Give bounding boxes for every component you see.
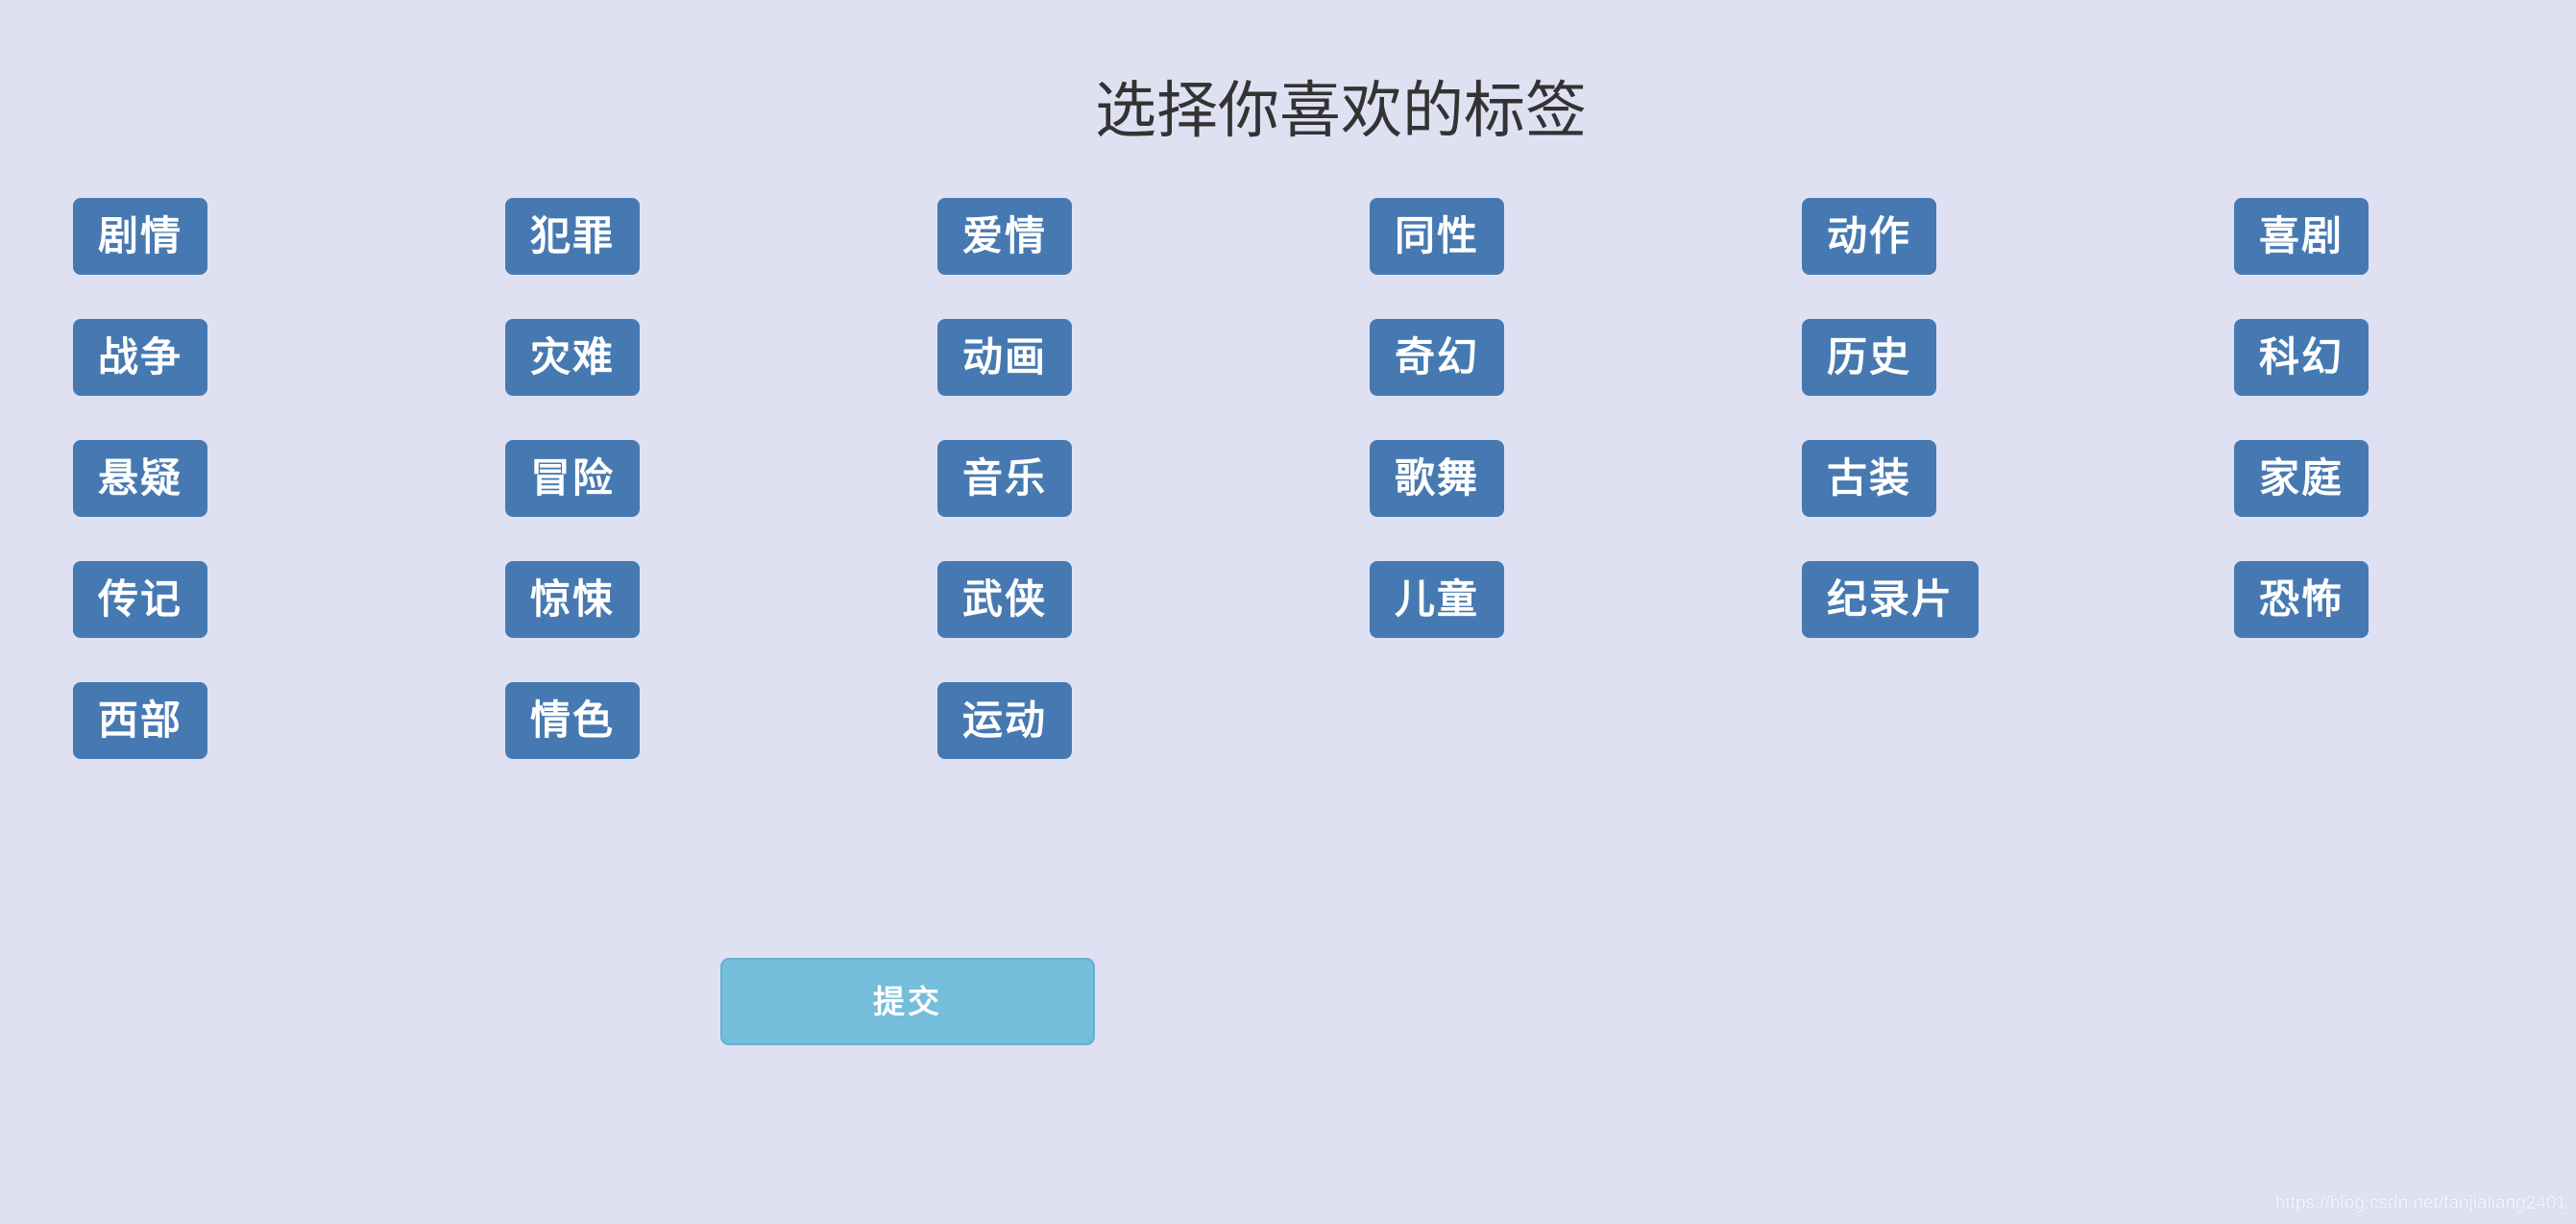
tag-button[interactable]: 情色 bbox=[505, 682, 641, 759]
tag-button[interactable]: 音乐 bbox=[937, 440, 1073, 517]
tag-button[interactable]: 儿童 bbox=[1370, 561, 1505, 638]
tag-grid: 剧情 犯罪 爱情 同性 动作 喜剧 战争 灾难 动画 奇幻 历史 科幻 悬疑 冒… bbox=[73, 198, 2576, 803]
watermark: https://blog.csdn.net/fanjialiang2401 bbox=[2274, 1193, 2566, 1213]
tag-button[interactable]: 灾难 bbox=[505, 319, 641, 396]
tag-button[interactable]: 纪录片 bbox=[1802, 561, 1980, 638]
tag-button[interactable]: 运动 bbox=[937, 682, 1073, 759]
tag-button[interactable]: 歌舞 bbox=[1370, 440, 1505, 517]
tag-button[interactable]: 古装 bbox=[1802, 440, 1937, 517]
tag-button[interactable]: 同性 bbox=[1370, 198, 1505, 275]
tag-button[interactable]: 动作 bbox=[1802, 198, 1937, 275]
tag-button[interactable]: 动画 bbox=[937, 319, 1073, 396]
tag-button[interactable]: 武侠 bbox=[937, 561, 1073, 638]
tag-button[interactable]: 犯罪 bbox=[505, 198, 641, 275]
tag-button[interactable]: 悬疑 bbox=[73, 440, 208, 517]
tag-button[interactable]: 传记 bbox=[73, 561, 208, 638]
submit-button[interactable]: 提交 bbox=[720, 958, 1095, 1045]
tag-button[interactable]: 爱情 bbox=[937, 198, 1073, 275]
tag-button[interactable]: 剧情 bbox=[73, 198, 208, 275]
tag-button[interactable]: 冒险 bbox=[505, 440, 641, 517]
tag-button[interactable]: 战争 bbox=[73, 319, 208, 396]
tag-button[interactable]: 恐怖 bbox=[2234, 561, 2369, 638]
page-title: 选择你喜欢的标签 bbox=[1095, 76, 1587, 147]
tag-button[interactable]: 惊悚 bbox=[505, 561, 641, 638]
tag-button[interactable]: 家庭 bbox=[2234, 440, 2369, 517]
tag-button[interactable]: 西部 bbox=[73, 682, 208, 759]
tag-button[interactable]: 科幻 bbox=[2234, 319, 2369, 396]
tag-button[interactable]: 喜剧 bbox=[2234, 198, 2369, 275]
tag-button[interactable]: 奇幻 bbox=[1370, 319, 1505, 396]
tag-button[interactable]: 历史 bbox=[1802, 319, 1937, 396]
